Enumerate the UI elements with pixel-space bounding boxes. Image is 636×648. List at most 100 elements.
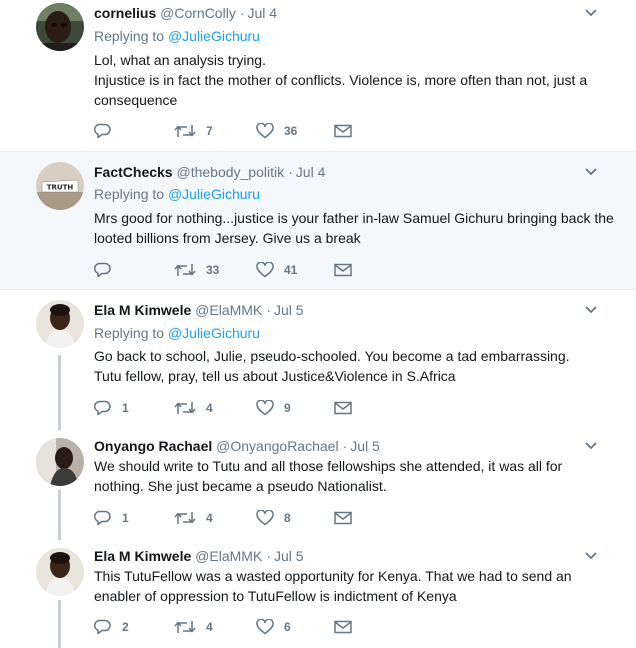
tweet-date[interactable]: Jul 4 xyxy=(248,5,278,21)
tweet-date[interactable]: Jul 5 xyxy=(350,438,380,454)
avatar-label: TRUTH xyxy=(47,184,74,192)
retweet-button[interactable]: 33 xyxy=(174,260,219,280)
retweet-count: 4 xyxy=(206,511,213,525)
replying-to-link[interactable]: @JulieGichuru xyxy=(168,28,260,44)
author-handle[interactable]: @ElaMMK xyxy=(195,302,262,318)
message-icon xyxy=(334,124,352,138)
avatar[interactable] xyxy=(36,300,84,348)
author-handle[interactable]: @CornColly xyxy=(160,5,236,21)
author-name[interactable]: cornelius xyxy=(94,5,156,21)
reply-icon xyxy=(94,510,111,526)
message-icon xyxy=(334,263,352,277)
tweet-text: This TutuFellow was a wasted opportunity… xyxy=(94,568,572,604)
tweet-header: Onyango Rachael @OnyangoRachael · Jul 5 xyxy=(94,437,380,455)
tweet[interactable]: cornelius @CornColly · Jul 4 Replying to @… xyxy=(0,0,636,152)
retweet-button[interactable]: 4 xyxy=(174,508,213,528)
replying-prefix: Replying to xyxy=(94,28,165,44)
separator-dot: · xyxy=(342,438,348,454)
like-button[interactable]: 36 xyxy=(256,121,297,141)
avatar[interactable] xyxy=(36,3,84,51)
separator-dot: · xyxy=(239,5,245,21)
retweet-icon xyxy=(174,125,196,137)
author-name[interactable]: Onyango Rachael xyxy=(94,438,212,454)
message-button[interactable] xyxy=(334,121,352,141)
author-name[interactable]: Ela M Kimwele xyxy=(94,548,191,564)
retweet-icon xyxy=(174,512,196,524)
like-icon xyxy=(256,123,274,139)
like-button[interactable]: 9 xyxy=(256,398,291,418)
like-icon xyxy=(256,510,274,526)
replying-prefix: Replying to xyxy=(94,186,165,202)
retweet-count: 4 xyxy=(206,401,213,415)
tweet-text: Lol, what an analysis trying. Injustice … xyxy=(94,52,588,108)
like-icon xyxy=(256,400,274,416)
retweet-count: 7 xyxy=(206,124,213,138)
chevron-down-icon[interactable] xyxy=(584,441,598,451)
tweet[interactable]: TRUTH FactChecks @thebody_politik · Jul 4 … xyxy=(0,152,636,290)
author-name[interactable]: FactChecks xyxy=(94,164,173,180)
retweet-count: 4 xyxy=(206,620,213,634)
separator-dot: · xyxy=(266,302,271,318)
author-handle[interactable]: @OnyangoRachael xyxy=(216,438,338,454)
reply-button[interactable] xyxy=(94,121,122,141)
tweet[interactable]: Onyango Rachael @OnyangoRachael · Jul 5 We… xyxy=(0,432,636,542)
retweet-icon xyxy=(174,264,196,276)
chevron-down-icon[interactable] xyxy=(584,305,598,315)
avatar[interactable]: TRUTH xyxy=(36,162,84,210)
message-button[interactable] xyxy=(334,260,352,280)
like-button[interactable]: 41 xyxy=(256,260,297,280)
retweet-button[interactable]: 4 xyxy=(174,398,213,418)
tweet[interactable]: Ela M Kimwele @ElaMMK · Jul 5 Replying to … xyxy=(0,290,636,432)
reply-button[interactable]: 2 xyxy=(94,617,129,637)
message-button[interactable] xyxy=(334,398,352,418)
reply-count: 2 xyxy=(122,620,129,634)
retweet-button[interactable]: 7 xyxy=(174,121,213,141)
author-handle[interactable]: @thebody_politik xyxy=(176,164,284,180)
tweet[interactable]: Ela M Kimwele @ElaMMK · Jul 5 This TutuFel… xyxy=(0,542,636,648)
replying-prefix: Replying to xyxy=(94,325,165,341)
tweet-header: FactChecks @thebody_politik · Jul 4 xyxy=(94,163,325,181)
retweet-button[interactable]: 4 xyxy=(174,617,213,637)
tweet-date[interactable]: Jul 5 xyxy=(274,302,304,318)
reply-button[interactable]: 1 xyxy=(94,398,129,418)
like-button[interactable]: 6 xyxy=(256,617,291,637)
tweet-header: cornelius @CornColly · Jul 4 xyxy=(94,4,277,22)
tweet-text: Mrs good for nothing...justice is your f… xyxy=(94,210,614,246)
author-handle[interactable]: @ElaMMK xyxy=(195,548,262,564)
reply-icon xyxy=(94,123,111,139)
tweet-text: Go back to school, Julie, pseudo-schoole… xyxy=(94,348,570,384)
avatar[interactable] xyxy=(36,548,84,596)
like-icon xyxy=(256,262,274,278)
reply-count: 1 xyxy=(122,511,129,525)
retweet-icon xyxy=(174,402,196,414)
reply-icon xyxy=(94,262,111,278)
chevron-down-icon[interactable] xyxy=(584,8,598,18)
like-count: 9 xyxy=(284,401,291,415)
retweet-count: 33 xyxy=(206,263,220,277)
retweet-icon xyxy=(174,621,196,633)
reply-count: 1 xyxy=(122,401,129,415)
message-icon xyxy=(334,620,352,634)
message-button[interactable] xyxy=(334,617,352,637)
avatar[interactable] xyxy=(36,438,84,486)
replying-to-link[interactable]: @JulieGichuru xyxy=(168,325,260,341)
tweet-date[interactable]: Jul 4 xyxy=(296,164,326,180)
like-count: 36 xyxy=(284,124,298,138)
replying-to-link[interactable]: @JulieGichuru xyxy=(168,186,260,202)
like-icon xyxy=(256,619,274,635)
chevron-down-icon[interactable] xyxy=(584,167,598,177)
separator-dot: · xyxy=(266,548,271,564)
tweet-date[interactable]: Jul 5 xyxy=(274,548,304,564)
replying-to: Replying to @JulieGichuru xyxy=(94,185,260,203)
reply-icon xyxy=(94,400,111,416)
reply-button[interactable] xyxy=(94,260,122,280)
message-button[interactable] xyxy=(334,508,352,528)
like-button[interactable]: 8 xyxy=(256,508,291,528)
replying-to: Replying to @JulieGichuru xyxy=(94,27,260,45)
separator-dot: · xyxy=(288,164,293,180)
like-count: 6 xyxy=(284,620,291,634)
reply-button[interactable]: 1 xyxy=(94,508,129,528)
chevron-down-icon[interactable] xyxy=(584,551,598,561)
author-name[interactable]: Ela M Kimwele xyxy=(94,302,191,318)
like-count: 8 xyxy=(284,511,291,525)
